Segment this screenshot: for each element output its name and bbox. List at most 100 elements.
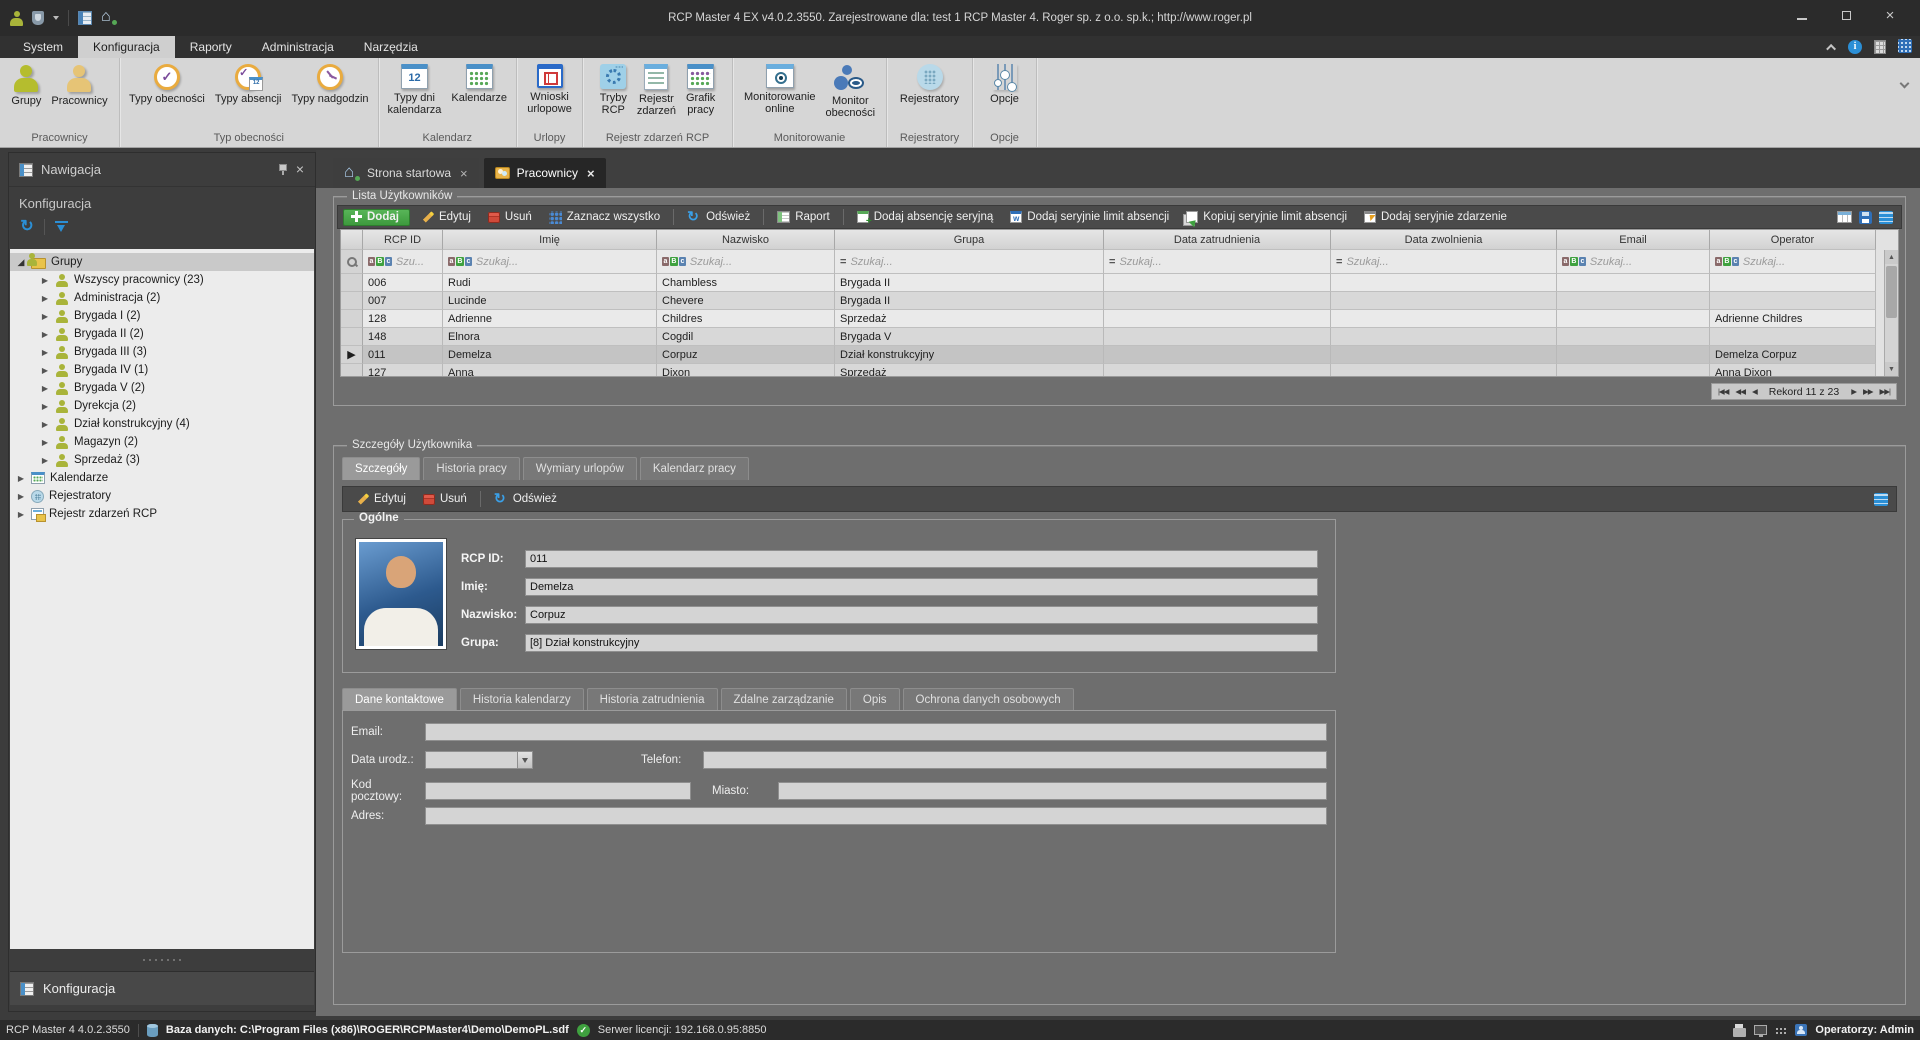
collapse-expander-icon[interactable]: ▶: [40, 348, 50, 357]
refresh-tree-icon[interactable]: ↻: [19, 219, 35, 235]
home-window-icon[interactable]: [101, 11, 116, 25]
tab-zdalne-zarządzanie[interactable]: Zdalne zarządzanie: [721, 688, 847, 711]
ribbon-button-opcje[interactable]: Opcje: [986, 62, 1023, 107]
collapse-expander-icon[interactable]: ▶: [40, 420, 50, 429]
collapse-expander-icon[interactable]: ▶: [16, 510, 26, 519]
filter-cell-data-zwolnienia[interactable]: =Szukaj...: [1331, 250, 1557, 274]
tree-item-dyrekcja-2[interactable]: ▶Dyrekcja (2): [10, 397, 314, 415]
close-button[interactable]: ×: [1868, 0, 1912, 30]
filter-cell-email[interactable]: aBcSzukaj...: [1557, 250, 1710, 274]
ribbon-button-kalendarze[interactable]: Kalendarze: [447, 62, 511, 106]
filter-cell-nazwisko[interactable]: aBcSzukaj...: [657, 250, 835, 274]
ribbon-button-pracownicy[interactable]: Pracownicy: [47, 62, 111, 109]
tree-item-magazyn-2[interactable]: ▶Magazyn (2): [10, 433, 314, 451]
tree-item-brygada-iii-3[interactable]: ▶Brygada III (3): [10, 343, 314, 361]
table-row[interactable]: 128AdrienneChildresSprzedażAdrienne Chil…: [341, 310, 1898, 328]
tab-opis[interactable]: Opis: [850, 688, 900, 711]
document-tab-strona-startowa[interactable]: Strona startowa×: [333, 158, 479, 188]
collapse-expander-icon[interactable]: ▶: [40, 330, 50, 339]
toolbar-button-usuń[interactable]: Usuń: [416, 491, 474, 507]
table-row[interactable]: 007LucindeChevereBrygada II: [341, 292, 1898, 310]
collapse-expander-icon[interactable]: ▶: [40, 402, 50, 411]
menu-tab-system[interactable]: System: [8, 36, 78, 58]
nav-next-icon[interactable]: ▶▶: [1860, 384, 1876, 399]
phone-field[interactable]: [703, 751, 1327, 769]
column-header-email[interactable]: Email: [1557, 230, 1710, 250]
table-view-button[interactable]: [1837, 211, 1852, 223]
table-row[interactable]: ▶011DemelzaCorpuzDział konstrukcyjnyDeme…: [341, 346, 1898, 364]
tree-item-brygada-iv-1[interactable]: ▶Brygada IV (1): [10, 361, 314, 379]
column-header-data-zatrudnienia[interactable]: Data zatrudnienia: [1104, 230, 1331, 250]
tree-item-brygada-v-2[interactable]: ▶Brygada V (2): [10, 379, 314, 397]
scrollbar-thumb[interactable]: [1886, 266, 1897, 318]
expanded-icon[interactable]: ◢: [16, 257, 26, 268]
tree-item-wszyscy-pracownicy-23[interactable]: ▶Wszyscy pracownicy (23): [10, 271, 314, 289]
tree-item-rejestratory[interactable]: ▶Rejestratory: [10, 487, 314, 505]
ribbon-button-rejestratory[interactable]: Rejestratory: [896, 62, 963, 107]
ribbon-button-typy-nadgodzin[interactable]: Typy nadgodzin: [287, 62, 372, 107]
keyboard-icon[interactable]: [1775, 1027, 1787, 1036]
birth-date-field[interactable]: [425, 751, 517, 769]
combo-dropdown-icon[interactable]: [517, 751, 533, 769]
column-header-data-zwolnienia[interactable]: Data zwolnienia: [1331, 230, 1557, 250]
tab-dane-kontaktowe[interactable]: Dane kontaktowe: [342, 688, 457, 711]
collapse-expander-icon[interactable]: ▶: [40, 384, 50, 393]
tab-ochrona-danych-osobowych[interactable]: Ochrona danych osobowych: [903, 688, 1074, 711]
postal-field[interactable]: [425, 782, 691, 800]
filter-cell-operator[interactable]: aBcSzukaj...: [1710, 250, 1876, 274]
toolbar-button-usuń[interactable]: Usuń: [481, 209, 539, 225]
close-tab-icon[interactable]: ×: [587, 166, 595, 181]
collapse-expander-icon[interactable]: ▶: [16, 474, 26, 483]
toolbar-button-odśwież[interactable]: Odśwież: [487, 490, 564, 508]
layout-button[interactable]: [1874, 493, 1888, 506]
collapse-expander-icon[interactable]: ▶: [40, 456, 50, 465]
ribbon-options-chevron[interactable]: [1901, 78, 1908, 90]
ribbon-button-rejestr-zdarzeń[interactable]: Rejestr zdarzeń: [633, 62, 680, 119]
table-row[interactable]: 127AnnaDixonSprzedażAnna Dixon: [341, 364, 1898, 377]
collapse-expander-icon[interactable]: ▶: [40, 294, 50, 303]
ribbon-button-typy-dni-kalendarza[interactable]: Typy dni kalendarza: [384, 62, 446, 118]
toolbar-button-dodaj[interactable]: Dodaj: [343, 209, 410, 226]
collapse-expander-icon[interactable]: ▶: [16, 492, 26, 501]
tree-item-brygada-ii-2[interactable]: ▶Brygada II (2): [10, 325, 314, 343]
address-field[interactable]: [425, 807, 1327, 825]
ribbon-corner[interactable]: [1898, 39, 1912, 53]
tree-item-grupy[interactable]: ◢Grupy: [10, 253, 314, 271]
minimize-button[interactable]: [1780, 0, 1824, 30]
ribbon-button-grupy[interactable]: Grupy: [7, 62, 45, 109]
display-icon[interactable]: [1754, 1025, 1767, 1035]
table-row[interactable]: 148ElnoraCogdilBrygada V: [341, 328, 1898, 346]
tab-historia-kalendarzy[interactable]: Historia kalendarzy: [460, 688, 584, 711]
filter-cell-imię[interactable]: aBcSzukaj...: [443, 250, 657, 274]
tree-item-administracja-2[interactable]: ▶Administracja (2): [10, 289, 314, 307]
save-layout-button[interactable]: [1859, 211, 1872, 224]
imie-field[interactable]: [525, 578, 1318, 596]
ribbon-button-wnioski-urlopowe[interactable]: Wnioski urlopowe: [523, 62, 576, 117]
scroll-up-icon[interactable]: ▲: [1885, 250, 1898, 264]
collapse-expander-icon[interactable]: ▶: [40, 276, 50, 285]
toolbar-button-kopiuj-seryjnie-limit-absencji[interactable]: Kopiuj seryjnie limit absencji: [1179, 209, 1354, 225]
menu-tab-raporty[interactable]: Raporty: [175, 36, 247, 58]
tab-kalendarz-pracy[interactable]: Kalendarz pracy: [640, 457, 749, 480]
nav-prev-icon[interactable]: ◀◀: [1732, 384, 1748, 399]
collapse-all-icon[interactable]: [54, 220, 69, 235]
toolbar-button-edytuj[interactable]: Edytuj: [413, 209, 478, 226]
ribbon-button-monitor-obecności[interactable]: Monitor obecności: [822, 62, 880, 121]
navigation-bottom-button[interactable]: Konfiguracja: [10, 971, 314, 1005]
list-window-icon[interactable]: [78, 11, 92, 25]
rcpid-field[interactable]: [525, 550, 1318, 568]
ribbon-button-typy-absencji[interactable]: Typy absencji: [211, 62, 286, 107]
panel-resize-handle[interactable]: [140, 957, 184, 963]
column-header-grupa[interactable]: Grupa: [835, 230, 1104, 250]
ribbon-button-typy-obecności[interactable]: Typy obecności: [125, 62, 209, 107]
grid-settings-button[interactable]: [1879, 211, 1893, 224]
ribbon-button-monitorowanie-online[interactable]: Monitorowanie online: [740, 62, 820, 117]
collapse-expander-icon[interactable]: ▶: [40, 312, 50, 321]
nazwisko-field[interactable]: [525, 606, 1318, 624]
close-panel-icon[interactable]: ×: [295, 163, 305, 176]
grupa-field[interactable]: [525, 634, 1318, 652]
toolbar-button-edytuj[interactable]: Edytuj: [348, 491, 413, 508]
toolbar-button-dodaj-seryjnie-zdarzenie[interactable]: Dodaj seryjnie zdarzenie: [1357, 209, 1514, 225]
grid-vertical-scrollbar[interactable]: ▲ ▼: [1884, 250, 1898, 376]
filter-cell-data-zatrudnienia[interactable]: =Szukaj...: [1104, 250, 1331, 274]
